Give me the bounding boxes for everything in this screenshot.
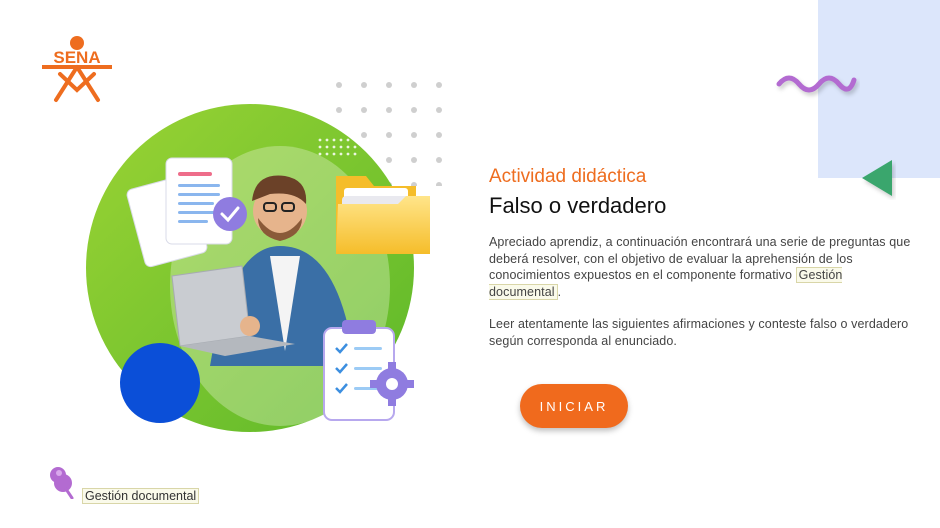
footer-component-tag[interactable]: Gestión documental (48, 465, 200, 504)
intro-text: Apreciado aprendiz, a continuación encon… (489, 235, 911, 282)
activity-intro: Actividad didáctica Falso o verdadero Ap… (489, 166, 915, 365)
sena-logo-text: SENA (53, 48, 100, 67)
activity-subtitle: Actividad didáctica (489, 166, 647, 187)
intro-paragraph: Apreciado aprendiz, a continuación encon… (489, 234, 915, 300)
checklist-clipboard-icon (323, 320, 414, 421)
sena-logo-icon: SENA (42, 36, 112, 102)
squiggle-decoration (774, 70, 860, 100)
folder-icon (336, 176, 438, 254)
blue-circle-decoration (120, 343, 200, 423)
activity-title: Falso o verdadero (489, 193, 667, 218)
check-badge-icon (213, 197, 247, 231)
intro-text-end: . (557, 284, 562, 299)
hero-illustration (80, 96, 438, 446)
sena-logo: SENA (38, 34, 116, 104)
start-button[interactable]: INICIAR (520, 384, 628, 428)
footer-label: Gestión documental (82, 488, 200, 504)
instructions-paragraph: Leer atentamente las siguientes afirmaci… (489, 317, 909, 348)
pin-icon (48, 465, 76, 504)
